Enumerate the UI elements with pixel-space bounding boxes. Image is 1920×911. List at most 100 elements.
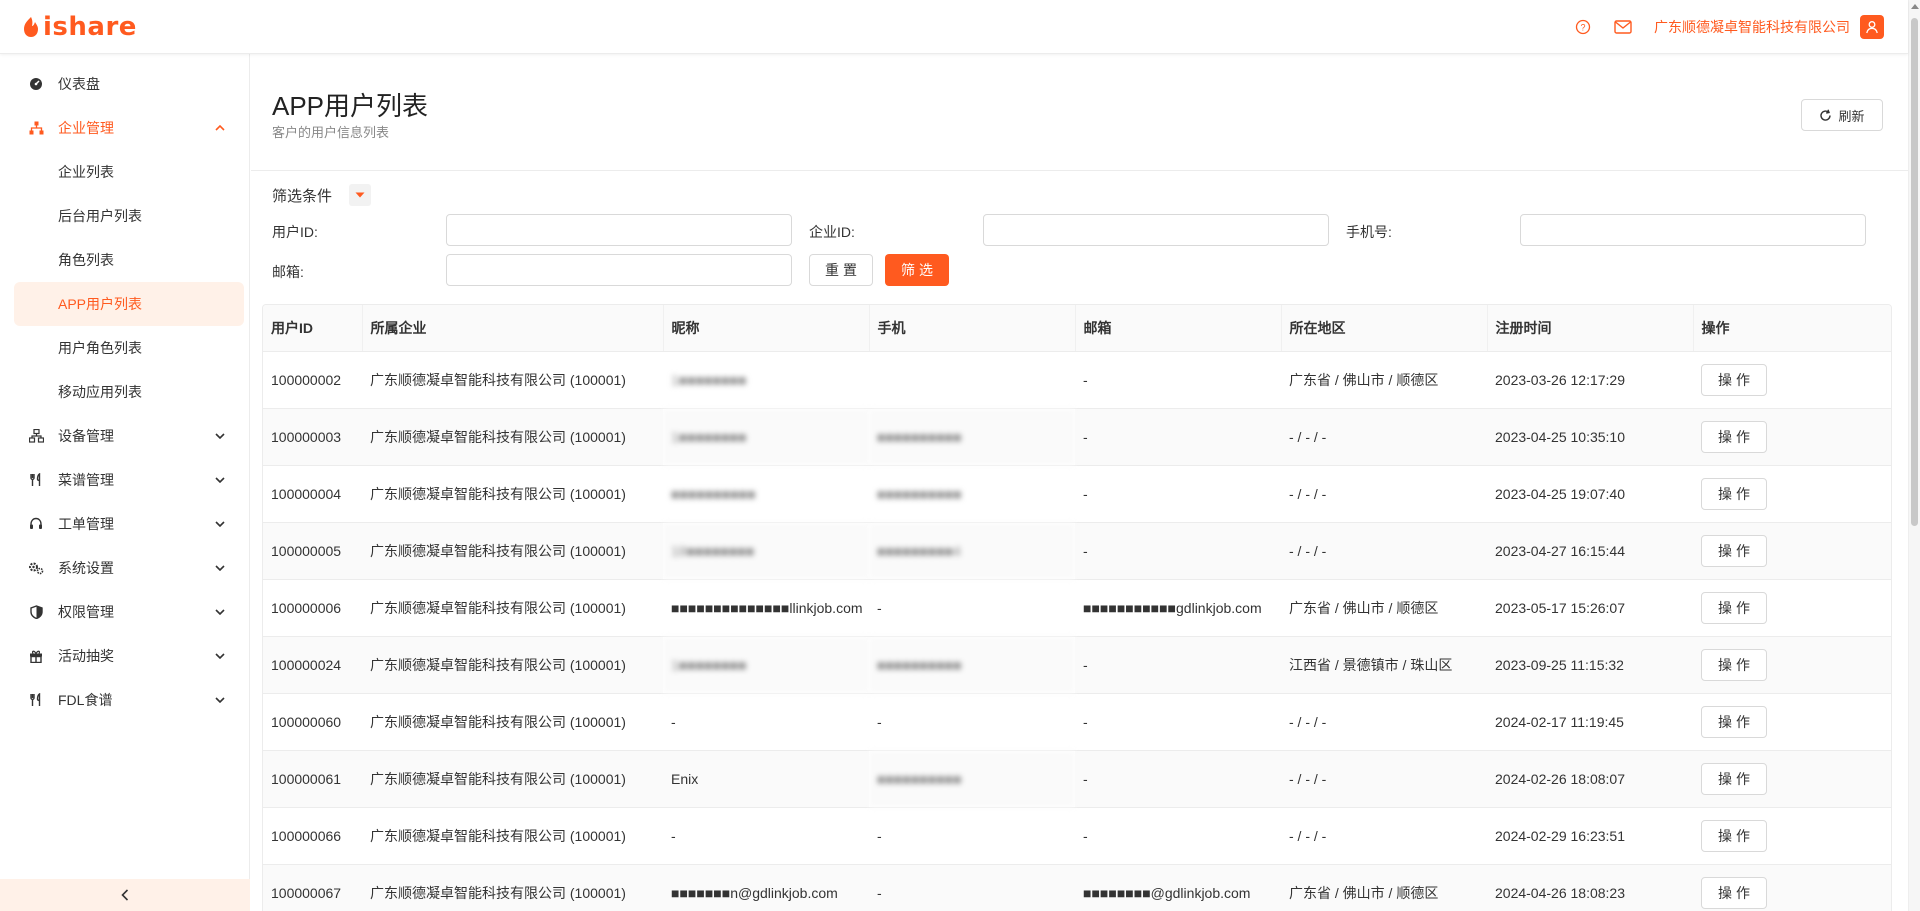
- table-cell-email: -: [1075, 408, 1281, 466]
- table-cell-phone: ■■■■■■■■■■: [869, 408, 1075, 466]
- table-cell-time: 2023-04-25 19:07:40: [1487, 465, 1693, 523]
- svg-text:?: ?: [1580, 23, 1585, 33]
- table-cell-company: 广东顺德凝卓智能科技有限公司 (100001): [362, 465, 663, 523]
- user-id-label: 用户ID:: [272, 224, 318, 240]
- network-icon: [28, 428, 44, 444]
- table-cell-time: 2024-02-26 18:08:07: [1487, 750, 1693, 808]
- page-subtitle: 客户的用户信息列表: [272, 125, 390, 140]
- table-row: 100000066 广东顺德凝卓智能科技有限公司 (100001) - - - - / -…: [263, 807, 1891, 865]
- row-action-button[interactable]: 操作: [1701, 762, 1767, 795]
- main-content: APP用户列表 客户的用户信息列表 刷新 筛选条件 用户ID: 企业ID: 手机…: [251, 54, 1908, 911]
- help-icon[interactable]: ?: [1574, 18, 1592, 36]
- logo[interactable]: ishare: [22, 12, 137, 42]
- table-cell-op: 操作: [1693, 351, 1891, 409]
- sidebar-item-lottery[interactable]: 活动抽奖: [0, 634, 249, 678]
- table-cell-company: 广东顺德凝卓智能科技有限公司 (100001): [362, 522, 663, 580]
- table-cell-time: 2023-03-26 12:17:29: [1487, 351, 1693, 409]
- table-cell-region: - / - / -: [1281, 750, 1487, 808]
- table-cell-email: -: [1075, 465, 1281, 523]
- user-id-input[interactable]: [446, 214, 792, 246]
- scroll-up-arrow-icon[interactable]: [1911, 4, 1919, 9]
- column-header: 注册时间: [1487, 305, 1694, 352]
- row-action-button[interactable]: 操作: [1701, 819, 1767, 852]
- table-row: 100000004 广东顺德凝卓智能科技有限公司 (100001) ■■■■■■■■…: [263, 465, 1891, 523]
- table-cell-email: ■■■■■■■■■■■gdlinkjob.com: [1075, 579, 1281, 637]
- row-action-button[interactable]: 操作: [1701, 363, 1767, 396]
- table-cell-company: 广东顺德凝卓智能科技有限公司 (100001): [362, 579, 663, 637]
- table-cell-id: 100000004: [263, 465, 362, 523]
- row-action-button[interactable]: 操作: [1701, 420, 1767, 453]
- table-body: 100000002 广东顺德凝卓智能科技有限公司 (100001) 1■■■■■■■…: [263, 351, 1891, 911]
- scroll-thumb[interactable]: [1911, 18, 1918, 526]
- user-avatar-icon[interactable]: [1860, 15, 1884, 39]
- row-action-button[interactable]: 操作: [1701, 591, 1767, 624]
- table-cell-id: 100000066: [263, 807, 362, 865]
- row-action-button[interactable]: 操作: [1701, 477, 1767, 510]
- submenu-item-role-list[interactable]: 角色列表: [14, 238, 244, 282]
- row-action-button[interactable]: 操作: [1701, 876, 1767, 909]
- table-header-row: 用户ID 所属企业 昵称 手机 邮箱 所在地区 注册时间 操作: [263, 305, 1891, 352]
- table-cell-phone: -: [869, 579, 1075, 637]
- phone-input[interactable]: [1520, 214, 1866, 246]
- table-cell-email: -: [1075, 750, 1281, 808]
- chevron-down-icon: [213, 605, 227, 619]
- row-action-button[interactable]: 操作: [1701, 534, 1767, 567]
- reset-button[interactable]: 重置: [809, 254, 873, 286]
- sidebar-item-fdl-recipe[interactable]: FDL食谱: [0, 678, 249, 722]
- chevron-down-icon: [213, 473, 227, 487]
- header-company-name[interactable]: 广东顺德凝卓智能科技有限公司: [1654, 17, 1850, 37]
- row-action-button[interactable]: 操作: [1701, 705, 1767, 738]
- table-cell-time: 2023-04-27 16:15:44: [1487, 522, 1693, 580]
- column-header: 所在地区: [1281, 305, 1488, 352]
- table-row: 100000002 广东顺德凝卓智能科技有限公司 (100001) 1■■■■■■■…: [263, 351, 1891, 409]
- column-header: 用户ID: [263, 305, 363, 352]
- company-id-input[interactable]: [983, 214, 1329, 246]
- sidebar-item-device[interactable]: 设备管理: [0, 414, 249, 458]
- table-cell-region: - / - / -: [1281, 465, 1487, 523]
- logo-text: ishare: [43, 12, 137, 42]
- table-cell-time: 2024-02-29 16:23:51: [1487, 807, 1693, 865]
- table-cell-op: 操作: [1693, 465, 1891, 523]
- table-cell-company: 广东顺德凝卓智能科技有限公司 (100001): [362, 693, 663, 751]
- sidebar-item-enterprise[interactable]: 企业管理: [0, 106, 249, 150]
- sidebar-item-ticket[interactable]: 工单管理: [0, 502, 249, 546]
- table-cell-nickname: 1■■■■■■■■: [663, 351, 869, 409]
- sidebar-item-label: 设备管理: [58, 428, 114, 444]
- sidebar-item-label: 菜谱管理: [58, 472, 114, 488]
- sidebar-collapse-button[interactable]: [0, 879, 250, 911]
- filter-toggle-button[interactable]: [349, 184, 372, 206]
- table-cell-nickname: -: [663, 807, 869, 865]
- submenu-item-admin-user-list[interactable]: 后台用户列表: [14, 194, 244, 238]
- sidebar-item-permission[interactable]: 权限管理: [0, 590, 249, 634]
- table-cell-company: 广东顺德凝卓智能科技有限公司 (100001): [362, 864, 663, 911]
- row-action-button[interactable]: 操作: [1701, 648, 1767, 681]
- submenu-item-mobile-app-list[interactable]: 移动应用列表: [14, 370, 244, 414]
- sidebar-item-label: 活动抽奖: [58, 648, 114, 664]
- table-cell-op: 操作: [1693, 693, 1891, 751]
- table-row: 100000006 广东顺德凝卓智能科技有限公司 (100001) ■■■■■■■■…: [263, 579, 1891, 637]
- table-cell-phone: ■■■■■■■■■■: [869, 750, 1075, 808]
- chevron-down-icon: [213, 517, 227, 531]
- table-cell-region: - / - / -: [1281, 522, 1487, 580]
- table-cell-id: 100000003: [263, 408, 362, 466]
- email-input[interactable]: [446, 254, 792, 286]
- refresh-icon: [1819, 109, 1832, 122]
- mail-icon[interactable]: [1614, 18, 1632, 36]
- sidebar-item-dashboard[interactable]: 仪表盘: [0, 62, 249, 106]
- table-cell-phone: -: [869, 864, 1075, 911]
- sidebar-item-recipe[interactable]: 菜谱管理: [0, 458, 249, 502]
- gears-icon: [28, 560, 44, 576]
- page-scrollbar[interactable]: [1908, 0, 1920, 911]
- table-cell-phone: ■■■■■■■■■4: [869, 522, 1075, 580]
- submenu-item-user-role-list[interactable]: 用户角色列表: [14, 326, 244, 370]
- table-cell-region: 广东省 / 佛山市 / 顺德区: [1281, 579, 1487, 637]
- company-id-label: 企业ID:: [809, 224, 855, 240]
- sidebar: 仪表盘 企业管理 企业列表 后台用户列表 角色列表 APP用户列表 用户角色列表…: [0, 54, 250, 911]
- sidebar-item-system-settings[interactable]: 系统设置: [0, 546, 249, 590]
- sitemap-icon: [28, 120, 44, 136]
- filter-submit-button[interactable]: 筛选: [885, 254, 949, 286]
- table-cell-id: 100000002: [263, 351, 362, 409]
- refresh-button[interactable]: 刷新: [1801, 99, 1883, 131]
- submenu-item-enterprise-list[interactable]: 企业列表: [14, 150, 244, 194]
- submenu-item-app-user-list[interactable]: APP用户列表: [14, 282, 244, 326]
